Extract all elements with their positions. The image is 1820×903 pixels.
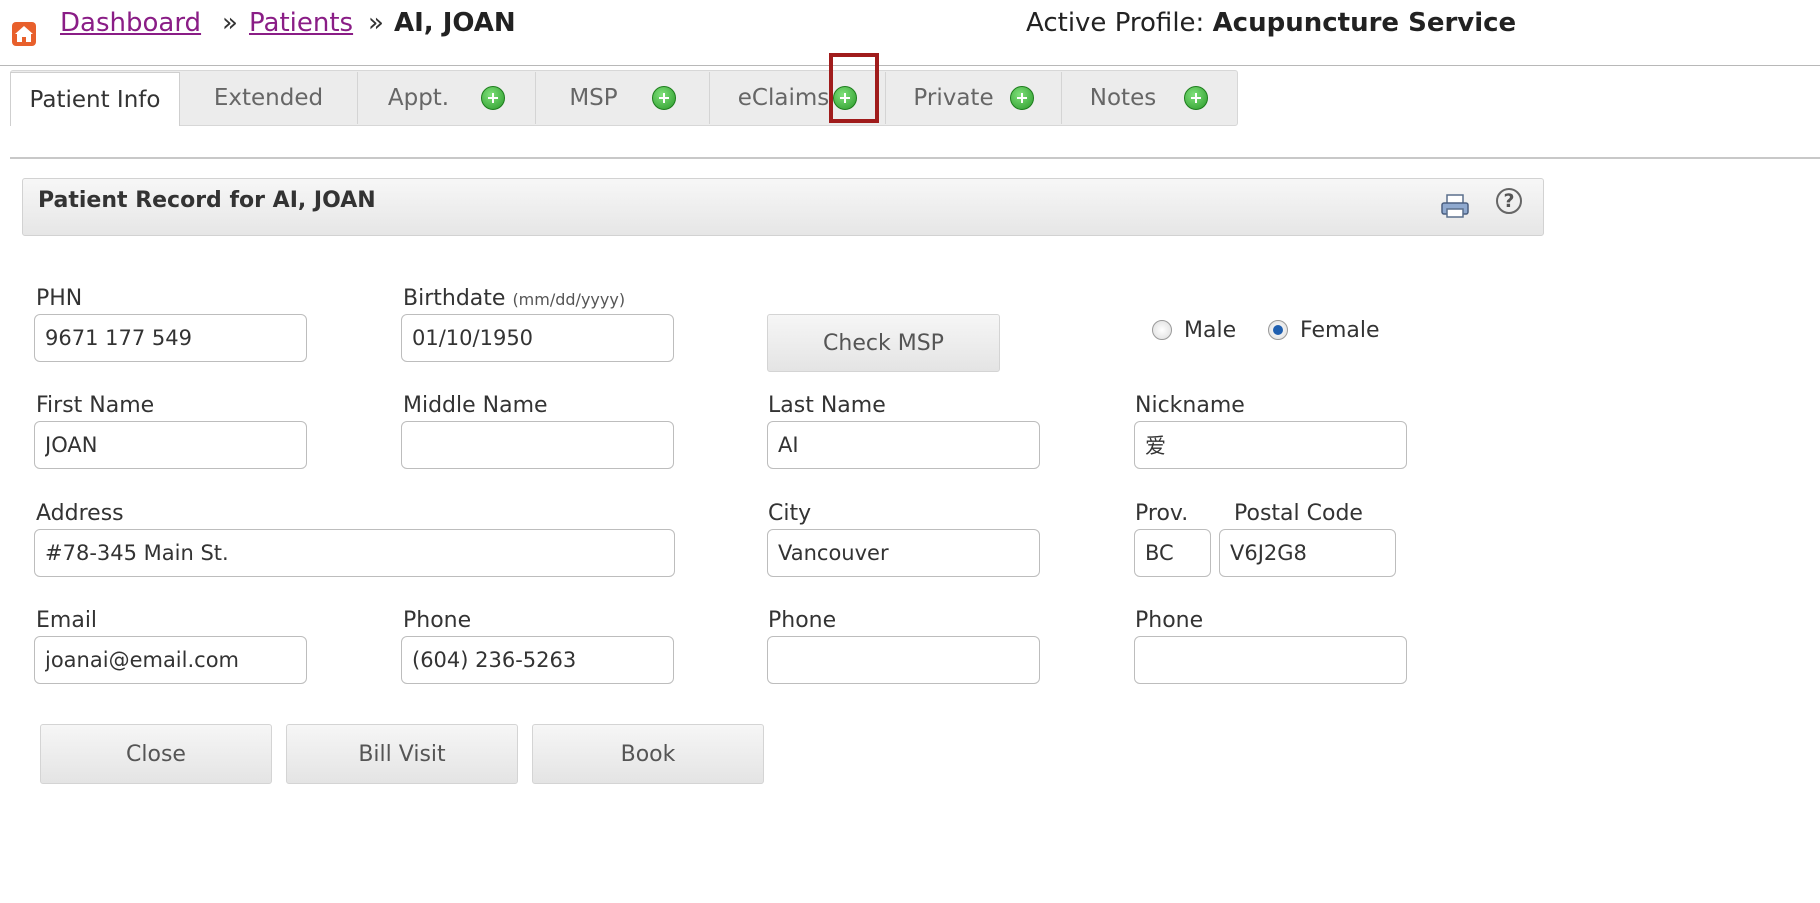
highlight-box bbox=[829, 53, 879, 123]
middle-name-label: Middle Name bbox=[403, 393, 548, 418]
birthdate-hint: (mm/dd/yyyy) bbox=[512, 290, 626, 309]
active-profile: Active Profile: Acupuncture Service bbox=[1026, 8, 1516, 38]
active-profile-label: Active Profile: bbox=[1026, 8, 1205, 38]
phone-label: Phone bbox=[768, 608, 837, 633]
city-label: City bbox=[768, 501, 812, 526]
tab-private[interactable]: Private bbox=[886, 72, 1062, 124]
breadcrumb-separator: » bbox=[368, 8, 384, 38]
tab-content-divider bbox=[10, 157, 1820, 159]
phone-field-3[interactable] bbox=[1134, 636, 1407, 684]
phone-field-2[interactable] bbox=[767, 636, 1040, 684]
city-field[interactable] bbox=[767, 529, 1040, 577]
record-title: Patient Record for AI, JOAN bbox=[38, 188, 376, 213]
last-name-label: Last Name bbox=[768, 393, 886, 418]
check-msp-button[interactable]: Check MSP bbox=[767, 314, 1000, 372]
address-field[interactable] bbox=[34, 529, 675, 577]
address-label: Address bbox=[36, 501, 124, 526]
active-profile-value: Acupuncture Service bbox=[1212, 8, 1517, 38]
tab-patient-info[interactable]: Patient Info bbox=[10, 72, 180, 126]
prov-field[interactable] bbox=[1134, 529, 1211, 577]
tab-appt[interactable]: Appt. bbox=[358, 72, 536, 124]
female-radio[interactable] bbox=[1268, 320, 1288, 340]
first-name-field[interactable] bbox=[34, 421, 307, 469]
tab-divider bbox=[0, 65, 1820, 66]
tab-label: Appt. bbox=[387, 85, 450, 111]
tab-notes[interactable]: Notes bbox=[1062, 72, 1236, 124]
tab-label: Extended bbox=[213, 85, 324, 111]
last-name-field[interactable] bbox=[767, 421, 1040, 469]
tab-label: Patient Info bbox=[29, 86, 161, 113]
nickname-label: Nickname bbox=[1135, 393, 1245, 418]
birthdate-label-text: Birthdate bbox=[403, 286, 506, 311]
middle-name-field[interactable] bbox=[401, 421, 674, 469]
tab-label: MSP bbox=[569, 85, 618, 111]
print-icon[interactable] bbox=[1440, 194, 1470, 222]
postal-code-field[interactable] bbox=[1219, 529, 1396, 577]
phone-field-1[interactable] bbox=[401, 636, 674, 684]
email-label: Email bbox=[36, 608, 98, 633]
tab-msp[interactable]: MSP bbox=[536, 72, 710, 124]
close-button[interactable]: Close bbox=[40, 724, 272, 784]
postal-code-label: Postal Code bbox=[1234, 501, 1363, 526]
book-button[interactable]: Book bbox=[532, 724, 764, 784]
breadcrumb-current: AI, JOAN bbox=[394, 8, 516, 38]
bill-visit-button[interactable]: Bill Visit bbox=[286, 724, 518, 784]
first-name-label: First Name bbox=[36, 393, 155, 418]
phone-label: Phone bbox=[1135, 608, 1204, 633]
female-label: Female bbox=[1300, 318, 1380, 343]
tab-extended[interactable]: Extended bbox=[180, 72, 358, 124]
home-icon[interactable] bbox=[12, 22, 36, 46]
breadcrumb-dashboard-link[interactable]: Dashboard bbox=[60, 8, 201, 38]
email-field[interactable] bbox=[34, 636, 307, 684]
birthdate-label: Birthdate (mm/dd/yyyy) bbox=[403, 286, 625, 311]
phn-label: PHN bbox=[36, 286, 83, 311]
tab-label: Notes bbox=[1089, 85, 1157, 111]
add-private-icon[interactable] bbox=[1009, 86, 1034, 110]
tab-label: eClaims bbox=[737, 85, 830, 111]
help-icon[interactable]: ? bbox=[1496, 188, 1522, 214]
add-notes-icon[interactable] bbox=[1184, 86, 1209, 110]
prov-label: Prov. bbox=[1135, 501, 1189, 526]
birthdate-field[interactable] bbox=[401, 314, 674, 362]
male-radio[interactable] bbox=[1152, 320, 1172, 340]
phn-field[interactable] bbox=[34, 314, 307, 362]
breadcrumb-patients-link[interactable]: Patients bbox=[249, 8, 353, 38]
breadcrumb-separator: » bbox=[222, 8, 238, 38]
add-appt-icon[interactable] bbox=[481, 86, 506, 110]
add-msp-icon[interactable] bbox=[651, 86, 676, 110]
phone-label: Phone bbox=[403, 608, 472, 633]
tab-label: Private bbox=[913, 85, 994, 111]
male-label: Male bbox=[1184, 318, 1237, 343]
nickname-field[interactable] bbox=[1134, 421, 1407, 469]
